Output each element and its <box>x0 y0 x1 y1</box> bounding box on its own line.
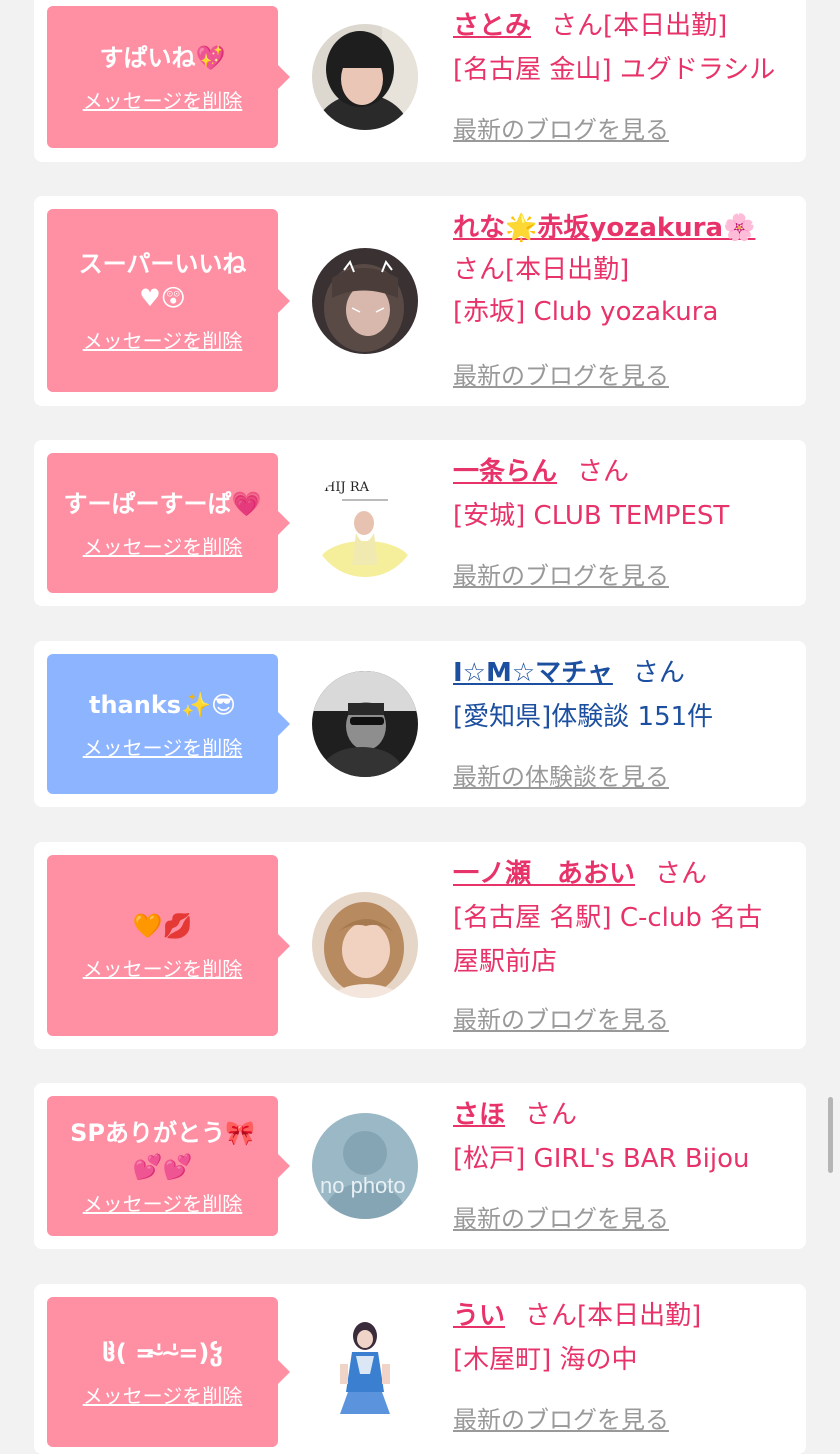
message-card: すぱいね💖 メッセージを削除 さとみ さん[本日出勤] [名古屋 金山] ユグドラ… <box>34 0 806 162</box>
message-bubble: 🧡💋 メッセージを削除 <box>47 855 290 1036</box>
message-card: ჱ̒( ='̴ '̴=)ჴ メッセージを削除 うい さん[本日出勤] [木屋町] … <box>34 1284 806 1454</box>
message-bubble: thanks✨😎 メッセージを削除 <box>47 654 290 794</box>
message-text: スーパーいいね♥😲 <box>78 250 247 312</box>
latest-blog-link[interactable]: 最新のブログを見る <box>453 1000 669 1035</box>
profile-name-link[interactable]: れな🌟赤坂yozakura🌸 <box>453 213 755 243</box>
message-text: SPありがとう🎀💕💕 <box>70 1118 255 1181</box>
shop-label: [赤坂] Club yozakura <box>453 297 719 327</box>
woman-blonde-photo-icon <box>312 892 418 998</box>
latest-blog-link[interactable]: 最新のブログを見る <box>453 1400 669 1435</box>
delete-message-link[interactable]: メッセージを削除 <box>83 531 243 560</box>
idol-costume-photo-icon <box>312 1314 418 1420</box>
message-bubble: すーぱーすーぱ💗 メッセージを削除 <box>47 453 290 593</box>
profile-name-link[interactable]: 一条らん <box>453 457 557 487</box>
message-text: 🧡💋 <box>132 912 193 940</box>
man-sunglasses-photo-icon <box>312 671 418 777</box>
profile-info: さとみ さん[本日出勤] [名古屋 金山] ユグドラシル 最新のブログを見る <box>453 6 796 144</box>
delete-message-link[interactable]: メッセージを削除 <box>83 85 243 114</box>
profile-name-link[interactable]: うい <box>453 1301 505 1331</box>
san-label: さん <box>632 658 685 688</box>
latest-blog-link[interactable]: 最新のブログを見る <box>453 556 669 591</box>
profile-info: れな🌟赤坂yozakura🌸 さん[本日出勤] [赤坂] Club yozaku… <box>453 208 796 390</box>
profile-name-link[interactable]: さほ <box>453 1100 505 1130</box>
message-bubble: すぱいね💖 メッセージを削除 <box>47 6 290 148</box>
avatar[interactable]: HIJ RA <box>312 471 418 577</box>
woman-cat-filter-photo-icon <box>312 248 418 354</box>
message-card: SPありがとう🎀💕💕 メッセージを削除 no photo さほ さん [松戸] G… <box>34 1083 806 1249</box>
status-label: [本日出勤] <box>577 1301 702 1331</box>
no-photo-placeholder-icon: no photo <box>312 1113 418 1219</box>
san-label: さん <box>453 255 506 285</box>
profile-name-link[interactable]: 一ノ瀬 あおい <box>453 859 635 889</box>
message-card: 🧡💋 メッセージを削除 一ノ瀬 あおい さん [名古屋 名駅] C-club 名古… <box>34 842 806 1049</box>
profile-info: 一ノ瀬 あおい さん [名古屋 名駅] C-club 名古屋駅前店 最新のブログを… <box>453 854 796 1034</box>
message-text: thanks✨😎 <box>89 690 236 719</box>
shop-label: [安城] CLUB TEMPEST <box>453 501 730 531</box>
san-label: さん <box>525 1301 578 1331</box>
profile-info: I☆M☆マチャ さん [愛知県]体験談 151件 最新の体験談を見る <box>453 653 796 791</box>
shop-label: [名古屋 名駅] C-club 名古屋駅前店 <box>453 903 763 977</box>
message-text: ჱ̒( ='̴ '̴=)ჴ <box>102 1338 223 1367</box>
latest-blog-link[interactable]: 最新のブログを見る <box>453 356 669 391</box>
message-bubble: SPありがとう🎀💕💕 メッセージを削除 <box>47 1096 290 1236</box>
message-text: すーぱーすーぱ💗 <box>63 489 262 518</box>
message-text: すぱいね💖 <box>99 43 226 72</box>
message-card: すーぱーすーぱ💗 メッセージを削除 HIJ RA 一条らん さん [安城] CLU… <box>34 440 806 606</box>
review-count-label: [愛知県]体験談 151件 <box>453 702 714 732</box>
profile-info: さほ さん [松戸] GIRL's BAR Bijou 最新のブログを見る <box>453 1095 796 1233</box>
message-bubble: スーパーいいね♥😲 メッセージを削除 <box>47 209 290 392</box>
avatar[interactable] <box>312 1314 418 1420</box>
status-label: [本日出勤] <box>603 11 728 41</box>
san-label: さん <box>551 11 604 41</box>
avatar[interactable] <box>312 892 418 998</box>
latest-blog-link[interactable]: 最新のブログを見る <box>453 110 669 145</box>
san-label: さん <box>525 1100 578 1130</box>
shop-label: [名古屋 金山] ユグドラシル <box>453 55 776 85</box>
no-photo-text: no photo <box>320 1173 406 1198</box>
shop-label: [松戸] GIRL's BAR Bijou <box>453 1144 750 1174</box>
profile-info: うい さん[本日出勤] [木屋町] 海の中 最新のブログを見る <box>453 1296 796 1434</box>
magazine-cover-photo-icon: HIJ RA <box>312 471 418 577</box>
profile-name-link[interactable]: さとみ <box>453 11 531 41</box>
profile-info: 一条らん さん [安城] CLUB TEMPEST 最新のブログを見る <box>453 452 796 590</box>
latest-review-link[interactable]: 最新の体験談を見る <box>453 757 669 792</box>
status-label: [本日出勤] <box>505 255 630 285</box>
message-card: thanks✨😎 メッセージを削除 I☆M☆マチャ さん [愛知県]体験談 151… <box>34 641 806 807</box>
shop-label: [木屋町] 海の中 <box>453 1345 638 1375</box>
delete-message-link[interactable]: メッセージを削除 <box>83 732 243 761</box>
avatar[interactable] <box>312 24 418 130</box>
scrollbar[interactable] <box>828 1097 833 1173</box>
avatar[interactable] <box>312 248 418 354</box>
latest-blog-link[interactable]: 最新のブログを見る <box>453 1199 669 1234</box>
delete-message-link[interactable]: メッセージを削除 <box>83 953 243 982</box>
profile-name-link[interactable]: I☆M☆マチャ <box>453 658 613 688</box>
delete-message-link[interactable]: メッセージを削除 <box>83 325 243 354</box>
san-label: さん <box>655 859 708 889</box>
avatar[interactable]: no photo <box>312 1113 418 1219</box>
avatar[interactable] <box>312 671 418 777</box>
delete-message-link[interactable]: メッセージを削除 <box>83 1188 243 1217</box>
san-label: さん <box>577 457 630 487</box>
cover-title: HIJ RA <box>324 480 370 495</box>
delete-message-link[interactable]: メッセージを削除 <box>83 1380 243 1409</box>
woman-dark-hair-photo-icon <box>312 24 418 130</box>
message-bubble: ჱ̒( ='̴ '̴=)ჴ メッセージを削除 <box>47 1297 290 1447</box>
message-card: スーパーいいね♥😲 メッセージを削除 れな🌟赤坂yozakura🌸 さん[本日出… <box>34 196 806 406</box>
